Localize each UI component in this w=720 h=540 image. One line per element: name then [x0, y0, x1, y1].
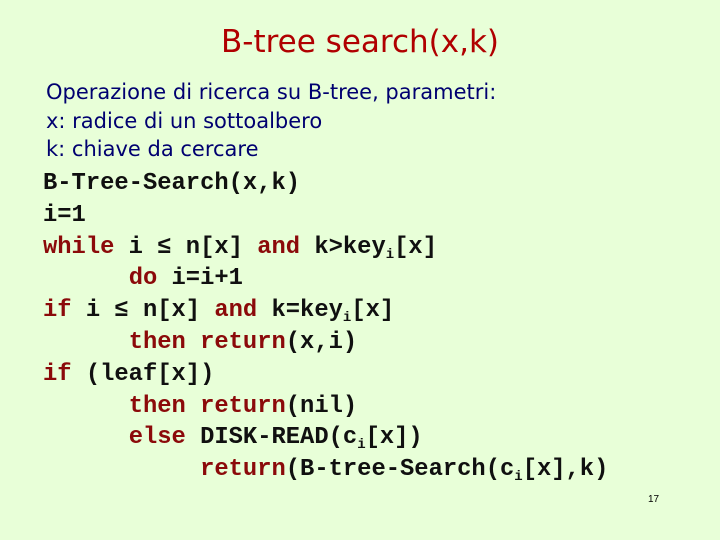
code-text: [x]	[351, 297, 395, 325]
description-line-param-k: k: chiave da cercare	[46, 137, 259, 161]
code-line-if-found: if i ≤ n[x] and k=keyi[x]	[43, 295, 608, 327]
code-text: i=1	[43, 201, 86, 229]
code-text: i=i+1	[157, 265, 243, 293]
keyword-return: return	[200, 456, 286, 484]
code-text: [x]	[394, 233, 437, 261]
subscript-i: i	[385, 246, 395, 263]
keyword-return: return	[200, 328, 286, 356]
description-line-param-x: x: radice di un sottoalbero	[46, 108, 323, 133]
keyword-return: return	[200, 392, 286, 420]
code-text: k>key	[300, 233, 386, 261]
code-line-while: while i ≤ n[x] and k>keyi[x]	[43, 232, 608, 264]
code-text: B-Tree-Search(x,k)	[43, 170, 301, 197]
code-text: i ≤ n[x]	[71, 297, 215, 325]
code-text: k=key	[257, 297, 343, 325]
code-line-signature: B-Tree-Search(x,k)	[43, 168, 608, 200]
keyword-then: then	[128, 392, 186, 420]
keyword-do: do	[128, 265, 158, 293]
description: Operazione di ricerca su B-tree, paramet…	[46, 78, 496, 164]
code-text: DISK-READ(c	[185, 424, 358, 452]
code-line-if-leaf: if (leaf[x])	[43, 359, 608, 391]
code-line-else-disk-read: else DISK-READ(ci[x])	[43, 422, 608, 454]
code-line-init: i=1	[43, 200, 608, 232]
code-line-recursive-return: return(B-tree-Search(ci[x],k)	[43, 454, 608, 486]
keyword-while: while	[43, 233, 115, 261]
code-text: [x],k)	[522, 456, 609, 484]
keyword-and: and	[257, 233, 301, 261]
code-line-then-return: then return(x,i)	[43, 327, 608, 359]
code-text: i ≤ n[x]	[114, 233, 258, 261]
keyword-then: then	[128, 328, 186, 356]
keyword-if: if	[43, 297, 72, 325]
code-line-do: do i=i+1	[43, 263, 608, 295]
keyword-and: and	[214, 297, 258, 325]
code-text: (B-tree-Search(c	[285, 456, 515, 484]
code-line-then-return-nil: then return(nil)	[43, 391, 608, 423]
subscript-i: i	[357, 437, 366, 454]
subscript-i: i	[514, 469, 523, 486]
keyword-if: if	[43, 360, 72, 388]
code-text: (x,i)	[285, 328, 358, 356]
page-number: 17	[648, 494, 660, 505]
pseudocode-block: B-Tree-Search(x,k) i=1 while i ≤ n[x] an…	[43, 168, 608, 486]
description-line-operation: Operazione di ricerca su B-tree, paramet…	[46, 80, 497, 104]
keyword-else: else	[128, 424, 186, 452]
code-text: (leaf[x])	[71, 360, 215, 388]
slide-title: B-tree search(x,k)	[221, 24, 499, 60]
code-text: (nil)	[285, 392, 358, 420]
code-text: [x])	[365, 424, 423, 452]
